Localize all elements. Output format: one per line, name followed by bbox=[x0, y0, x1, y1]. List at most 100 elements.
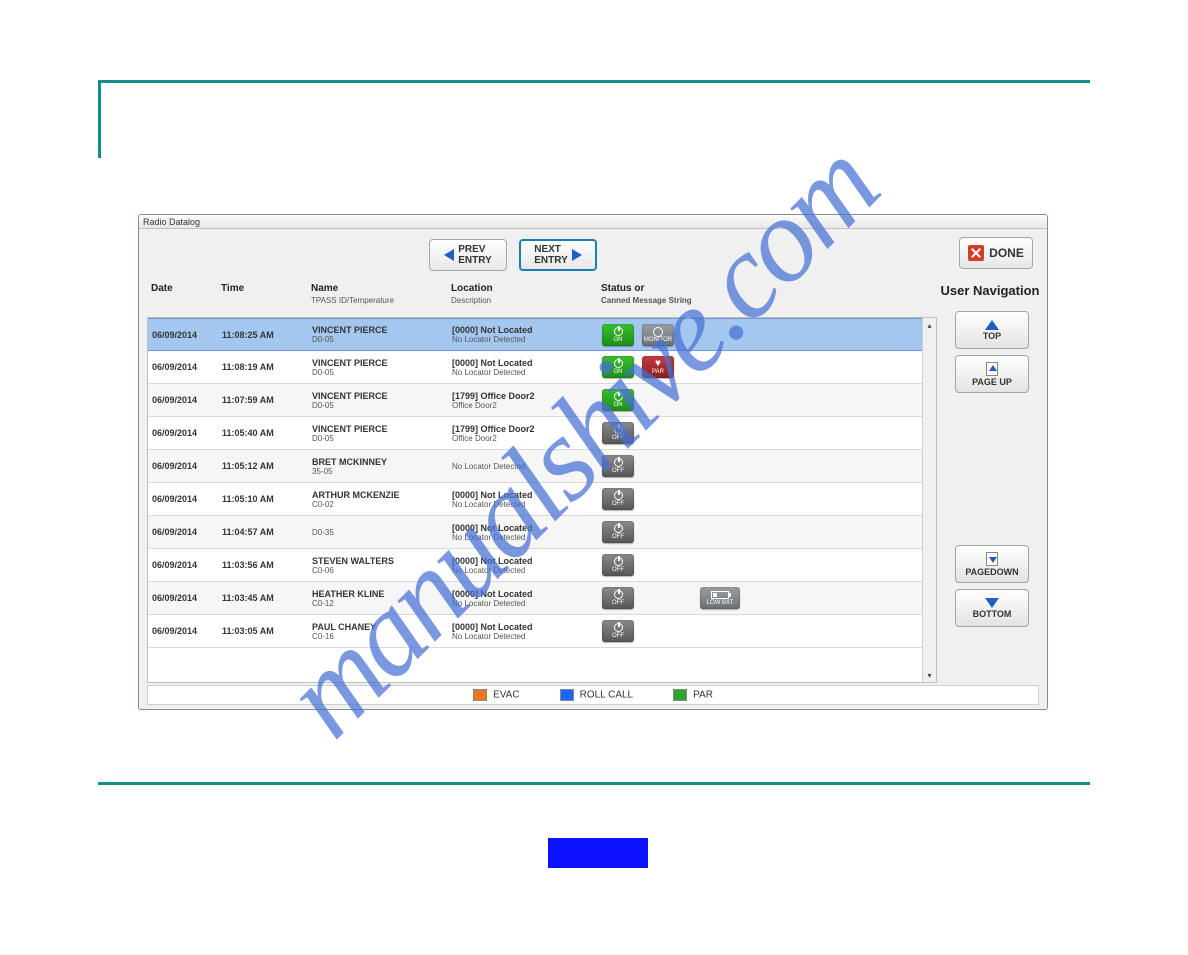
table-row[interactable]: 06/09/201411:08:25 AMVINCENT PIERCED0-05… bbox=[148, 318, 936, 351]
done-label: DONE bbox=[989, 246, 1024, 260]
side-title: User Navigation bbox=[925, 277, 1048, 305]
cell-time: 11:07:59 AM bbox=[222, 395, 304, 405]
cell-time: 11:04:57 AM bbox=[222, 527, 304, 537]
cell-time: 11:08:19 AM bbox=[222, 362, 304, 372]
user-navigation-panel: User Navigation TOP PAGE UP PAGEDOWN BOT… bbox=[945, 277, 1039, 683]
nav-pageup-button[interactable]: PAGE UP bbox=[955, 355, 1029, 393]
arrow-down-icon bbox=[985, 598, 999, 608]
cell-status: OFF bbox=[598, 519, 922, 545]
col-date: Date bbox=[147, 277, 217, 317]
done-button[interactable]: DONE bbox=[959, 237, 1033, 269]
table-row[interactable]: 06/09/201411:05:10 AMARTHUR MCKENZIEC0-0… bbox=[148, 483, 936, 516]
cell-time: 11:03:56 AM bbox=[222, 560, 304, 570]
top-rule bbox=[98, 80, 1090, 83]
cell-name: VINCENT PIERCE bbox=[312, 358, 444, 368]
cell-name: ARTHUR MCKENZIE bbox=[312, 490, 444, 500]
cell-location: [1799] Office Door2 bbox=[452, 391, 594, 401]
swatch-orange bbox=[473, 689, 487, 701]
cell-location-desc: No Locator Detected bbox=[452, 632, 594, 641]
page-down-icon bbox=[986, 552, 998, 566]
cell-status: OFF bbox=[598, 618, 922, 644]
power-icon bbox=[614, 327, 623, 336]
status-badge-lowbat: LOW BAT bbox=[700, 587, 740, 609]
col-name: Name TPASS ID/Temperature bbox=[307, 277, 447, 317]
cell-location-desc: No Locator Detected bbox=[452, 500, 594, 509]
scroll-up-icon[interactable]: ▴ bbox=[923, 318, 936, 332]
prev-label-1: PREV bbox=[458, 244, 485, 255]
power-icon bbox=[614, 557, 623, 566]
cell-status: ON bbox=[598, 387, 922, 413]
bottom-rule bbox=[98, 782, 1090, 785]
cell-id: C0-06 bbox=[312, 566, 444, 575]
nav-top-button[interactable]: TOP bbox=[955, 311, 1029, 349]
cell-status: ONMONITOR bbox=[598, 322, 922, 348]
legend-bar: EVAC ROLL CALL PAR bbox=[147, 685, 1039, 705]
nav-bottom-button[interactable]: BOTTOM bbox=[955, 589, 1029, 627]
table-row[interactable]: 06/09/201411:07:59 AMVINCENT PIERCED0-05… bbox=[148, 384, 936, 417]
cell-id: C0-16 bbox=[312, 632, 444, 641]
cell-location: [0000] Not Located bbox=[452, 490, 594, 500]
cell-date: 06/09/2014 bbox=[152, 330, 214, 340]
table-row[interactable]: 06/09/201411:04:57 AMD0-35[0000] Not Loc… bbox=[148, 516, 936, 549]
next-label-1: NEXT bbox=[534, 244, 561, 255]
col-status: Status or Canned Message String bbox=[597, 277, 937, 317]
status-badge-on: ON bbox=[602, 389, 634, 411]
legend-rollcall: ROLL CALL bbox=[560, 689, 634, 701]
cell-status: OFFLOW BAT bbox=[598, 585, 922, 611]
battery-icon bbox=[711, 591, 729, 599]
cell-id: D0-05 bbox=[312, 434, 444, 443]
cell-location: [0000] Not Located bbox=[452, 556, 594, 566]
left-rule bbox=[98, 80, 101, 158]
next-label-2: ENTRY bbox=[534, 255, 568, 266]
table-row[interactable]: 06/09/201411:03:56 AMSTEVEN WALTERSC0-06… bbox=[148, 549, 936, 582]
cell-time: 11:03:05 AM bbox=[222, 626, 304, 636]
swatch-green bbox=[673, 689, 687, 701]
nav-pagedown-button[interactable]: PAGEDOWN bbox=[955, 545, 1029, 583]
cell-status: OFF bbox=[598, 420, 922, 446]
cell-location-desc: Office Door2 bbox=[452, 401, 594, 410]
cell-id: D0-05 bbox=[312, 401, 444, 410]
status-badge-on: ON bbox=[602, 356, 634, 378]
cell-date: 06/09/2014 bbox=[152, 593, 214, 603]
status-badge-off: OFF bbox=[602, 620, 634, 642]
table-row[interactable]: 06/09/201411:08:19 AMVINCENT PIERCED0-05… bbox=[148, 351, 936, 384]
cell-date: 06/09/2014 bbox=[152, 362, 214, 372]
legend-evac: EVAC bbox=[473, 689, 520, 701]
next-entry-button[interactable]: NEXT ENTRY bbox=[519, 239, 597, 271]
cell-location-desc: No Locator Detected bbox=[452, 462, 594, 471]
page-up-icon bbox=[986, 362, 998, 376]
arrow-left-icon bbox=[444, 249, 454, 261]
status-badge-par: ♥PAR bbox=[642, 356, 674, 378]
prev-entry-button[interactable]: PREV ENTRY bbox=[429, 239, 507, 271]
cell-name: VINCENT PIERCE bbox=[312, 424, 444, 434]
cell-id: D0-35 bbox=[312, 528, 444, 537]
cell-id: C0-12 bbox=[312, 599, 444, 608]
monitor-icon bbox=[653, 327, 663, 337]
power-icon bbox=[614, 425, 623, 434]
table-row[interactable]: 06/09/201411:05:12 AMBRET MCKINNEY35-05N… bbox=[148, 450, 936, 483]
cell-id: C0-02 bbox=[312, 500, 444, 509]
power-icon bbox=[614, 392, 623, 401]
table-row[interactable]: 06/09/201411:03:45 AMHEATHER KLINEC0-12[… bbox=[148, 582, 936, 615]
cell-location-desc: No Locator Detected bbox=[452, 368, 594, 377]
cell-time: 11:05:12 AM bbox=[222, 461, 304, 471]
footer-bar bbox=[548, 838, 648, 868]
status-badge-off: OFF bbox=[602, 422, 634, 444]
cell-time: 11:03:45 AM bbox=[222, 593, 304, 603]
cell-location-desc: No Locator Detected bbox=[452, 599, 594, 608]
cell-date: 06/09/2014 bbox=[152, 461, 214, 471]
cell-status: OFF bbox=[598, 552, 922, 578]
radio-datalog-window: Radio Datalog PREV ENTRY NEXT ENTRY DONE… bbox=[138, 214, 1048, 710]
cell-name: HEATHER KLINE bbox=[312, 589, 444, 599]
cell-date: 06/09/2014 bbox=[152, 395, 214, 405]
cell-location: [0000] Not Located bbox=[452, 523, 594, 533]
cell-id: D0-05 bbox=[312, 335, 444, 344]
cell-location: [0000] Not Located bbox=[452, 622, 594, 632]
status-badge-monitor: MONITOR bbox=[642, 324, 674, 346]
cell-location-desc: Office Door2 bbox=[452, 434, 594, 443]
table-row[interactable]: 06/09/201411:05:40 AMVINCENT PIERCED0-05… bbox=[148, 417, 936, 450]
scrollbar[interactable]: ▴ ▾ bbox=[922, 318, 936, 682]
table-row[interactable]: 06/09/201411:03:05 AMPAUL CHANEYC0-16[00… bbox=[148, 615, 936, 648]
scroll-down-icon[interactable]: ▾ bbox=[923, 668, 936, 682]
prev-label-2: ENTRY bbox=[458, 255, 492, 266]
